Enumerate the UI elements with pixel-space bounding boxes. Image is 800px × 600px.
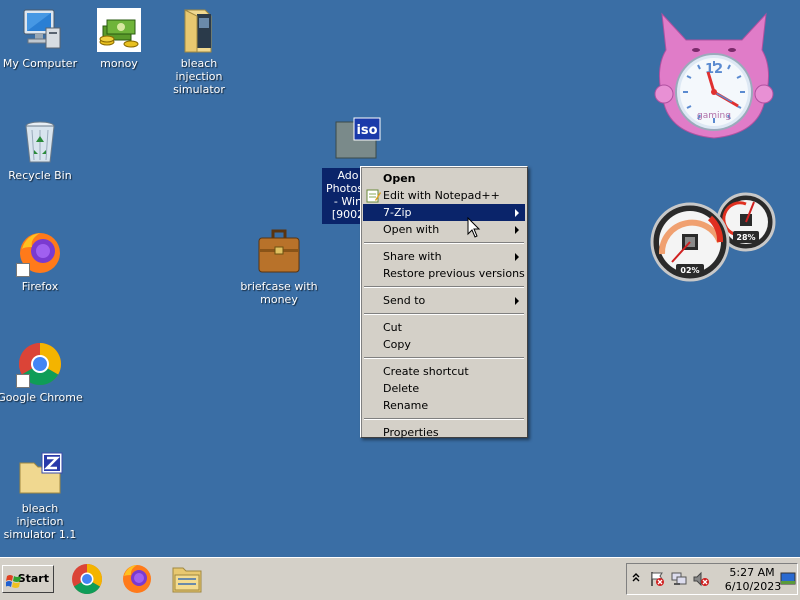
menu-item-cut[interactable]: Cut <box>363 319 525 336</box>
menu-item-copy[interactable]: Copy <box>363 336 525 353</box>
menu-item-restore-previous-versions[interactable]: Restore previous versions <box>363 265 525 282</box>
system-tray: 5:27 AM 6/10/2023 <box>626 563 798 595</box>
menu-item-send-to[interactable]: Send to <box>363 292 525 309</box>
menu-item-delete[interactable]: Delete <box>363 380 525 397</box>
desktop-icon-bleach-injection-simulator[interactable]: bleach injection simulator <box>156 6 242 96</box>
desktop-icon-recycle-bin[interactable]: Recycle Bin <box>0 118 83 182</box>
submenu-arrow-icon <box>515 297 519 305</box>
start-button-label: Start <box>17 572 49 585</box>
desktop[interactable]: My Computer monoy bleach injection simul… <box>0 0 800 557</box>
menu-separator <box>364 313 524 315</box>
desktop-icon-label: My Computer <box>2 57 78 70</box>
start-button[interactable]: Start <box>2 565 54 593</box>
menu-item-share-with[interactable]: Share with <box>363 248 525 265</box>
desktop-icon-label: briefcase with money <box>240 280 318 306</box>
menu-separator <box>364 242 524 244</box>
windows-logo-icon <box>5 572 22 598</box>
show-desktop-icon[interactable] <box>780 572 796 589</box>
submenu-arrow-icon <box>515 226 519 234</box>
context-menu: Open Edit with Notepad++ 7-Zip Open with… <box>360 166 528 441</box>
cpu-meter-value: 02% <box>680 266 699 275</box>
computer-icon <box>16 6 64 54</box>
chrome-icon <box>16 340 64 388</box>
submenu-arrow-icon <box>515 209 519 217</box>
taskbar-firefox-button[interactable] <box>120 562 154 596</box>
desktop-icon-google-chrome[interactable]: Google Chrome <box>0 340 83 404</box>
desktop-icon-label: Firefox <box>21 280 59 293</box>
taskbar-explorer-button[interactable] <box>170 562 204 596</box>
taskbar: Start 5:27 AM 6/10/2023 <box>0 557 800 600</box>
menu-item-open[interactable]: Open <box>363 170 525 187</box>
desktop-icon-label: Recycle Bin <box>8 169 72 182</box>
clock-brand-text: gaming <box>697 111 731 121</box>
desktop-icon-label: bleach injection simulator <box>173 57 225 96</box>
desktop-icon-firefox[interactable]: Firefox <box>0 229 83 293</box>
folder-icon <box>175 6 223 54</box>
desktop-icon-label: bleach injection simulator 1.1 <box>3 502 77 541</box>
taskbar-date[interactable]: 6/10/2023 <box>723 580 783 593</box>
network-icon[interactable] <box>671 571 687 590</box>
briefcase-icon <box>255 229 303 277</box>
menu-separator <box>364 357 524 359</box>
desktop-icon-monoy[interactable]: monoy <box>76 6 162 70</box>
folder-icon <box>172 567 202 593</box>
shortcut-arrow-icon <box>16 374 30 388</box>
firefox-icon <box>123 565 151 593</box>
shortcut-arrow-icon <box>16 263 30 277</box>
action-center-flag-icon[interactable] <box>649 571 665 590</box>
menu-separator <box>364 286 524 288</box>
desktop-icon-bleach-injection-simulator-1-1[interactable]: bleach injection simulator 1.1 <box>0 451 83 541</box>
menu-item-edit-with-notepad-plus-plus[interactable]: Edit with Notepad++ <box>363 187 525 204</box>
desktop-icon-my-computer[interactable]: My Computer <box>0 6 83 70</box>
show-hidden-icons-icon[interactable] <box>632 572 640 585</box>
chrome-icon <box>72 564 103 595</box>
cpu-meter-gadget[interactable]: 28% 02% <box>650 190 776 286</box>
desktop-icon-label: monoy <box>100 57 138 70</box>
desktop-icon-label: Google Chrome <box>0 391 83 404</box>
iso-file-icon: iso <box>334 116 386 162</box>
money-icon <box>95 6 143 54</box>
desktop-icon-briefcase-with-money[interactable]: briefcase with money <box>235 229 323 306</box>
menu-item-create-shortcut[interactable]: Create shortcut <box>363 363 525 380</box>
memory-meter-value: 28% <box>736 233 755 242</box>
mouse-cursor-icon <box>467 216 481 242</box>
menu-separator <box>364 418 524 420</box>
taskbar-time[interactable]: 5:27 AM <box>723 566 781 579</box>
recycle-bin-icon <box>16 118 64 166</box>
clock-gadget[interactable]: 12 gaming <box>652 10 776 142</box>
menu-item-open-with[interactable]: Open with <box>363 221 525 238</box>
menu-item-rename[interactable]: Rename <box>363 397 525 414</box>
volume-muted-icon[interactable] <box>693 571 709 590</box>
zip-folder-icon <box>16 451 64 499</box>
menu-item-properties[interactable]: Properties <box>363 424 525 441</box>
firefox-icon <box>16 229 64 277</box>
taskbar-chrome-button[interactable] <box>70 562 104 596</box>
menu-item-7-zip[interactable]: 7-Zip <box>363 204 525 221</box>
submenu-arrow-icon <box>515 253 519 261</box>
iso-icon-text: iso <box>356 123 377 138</box>
